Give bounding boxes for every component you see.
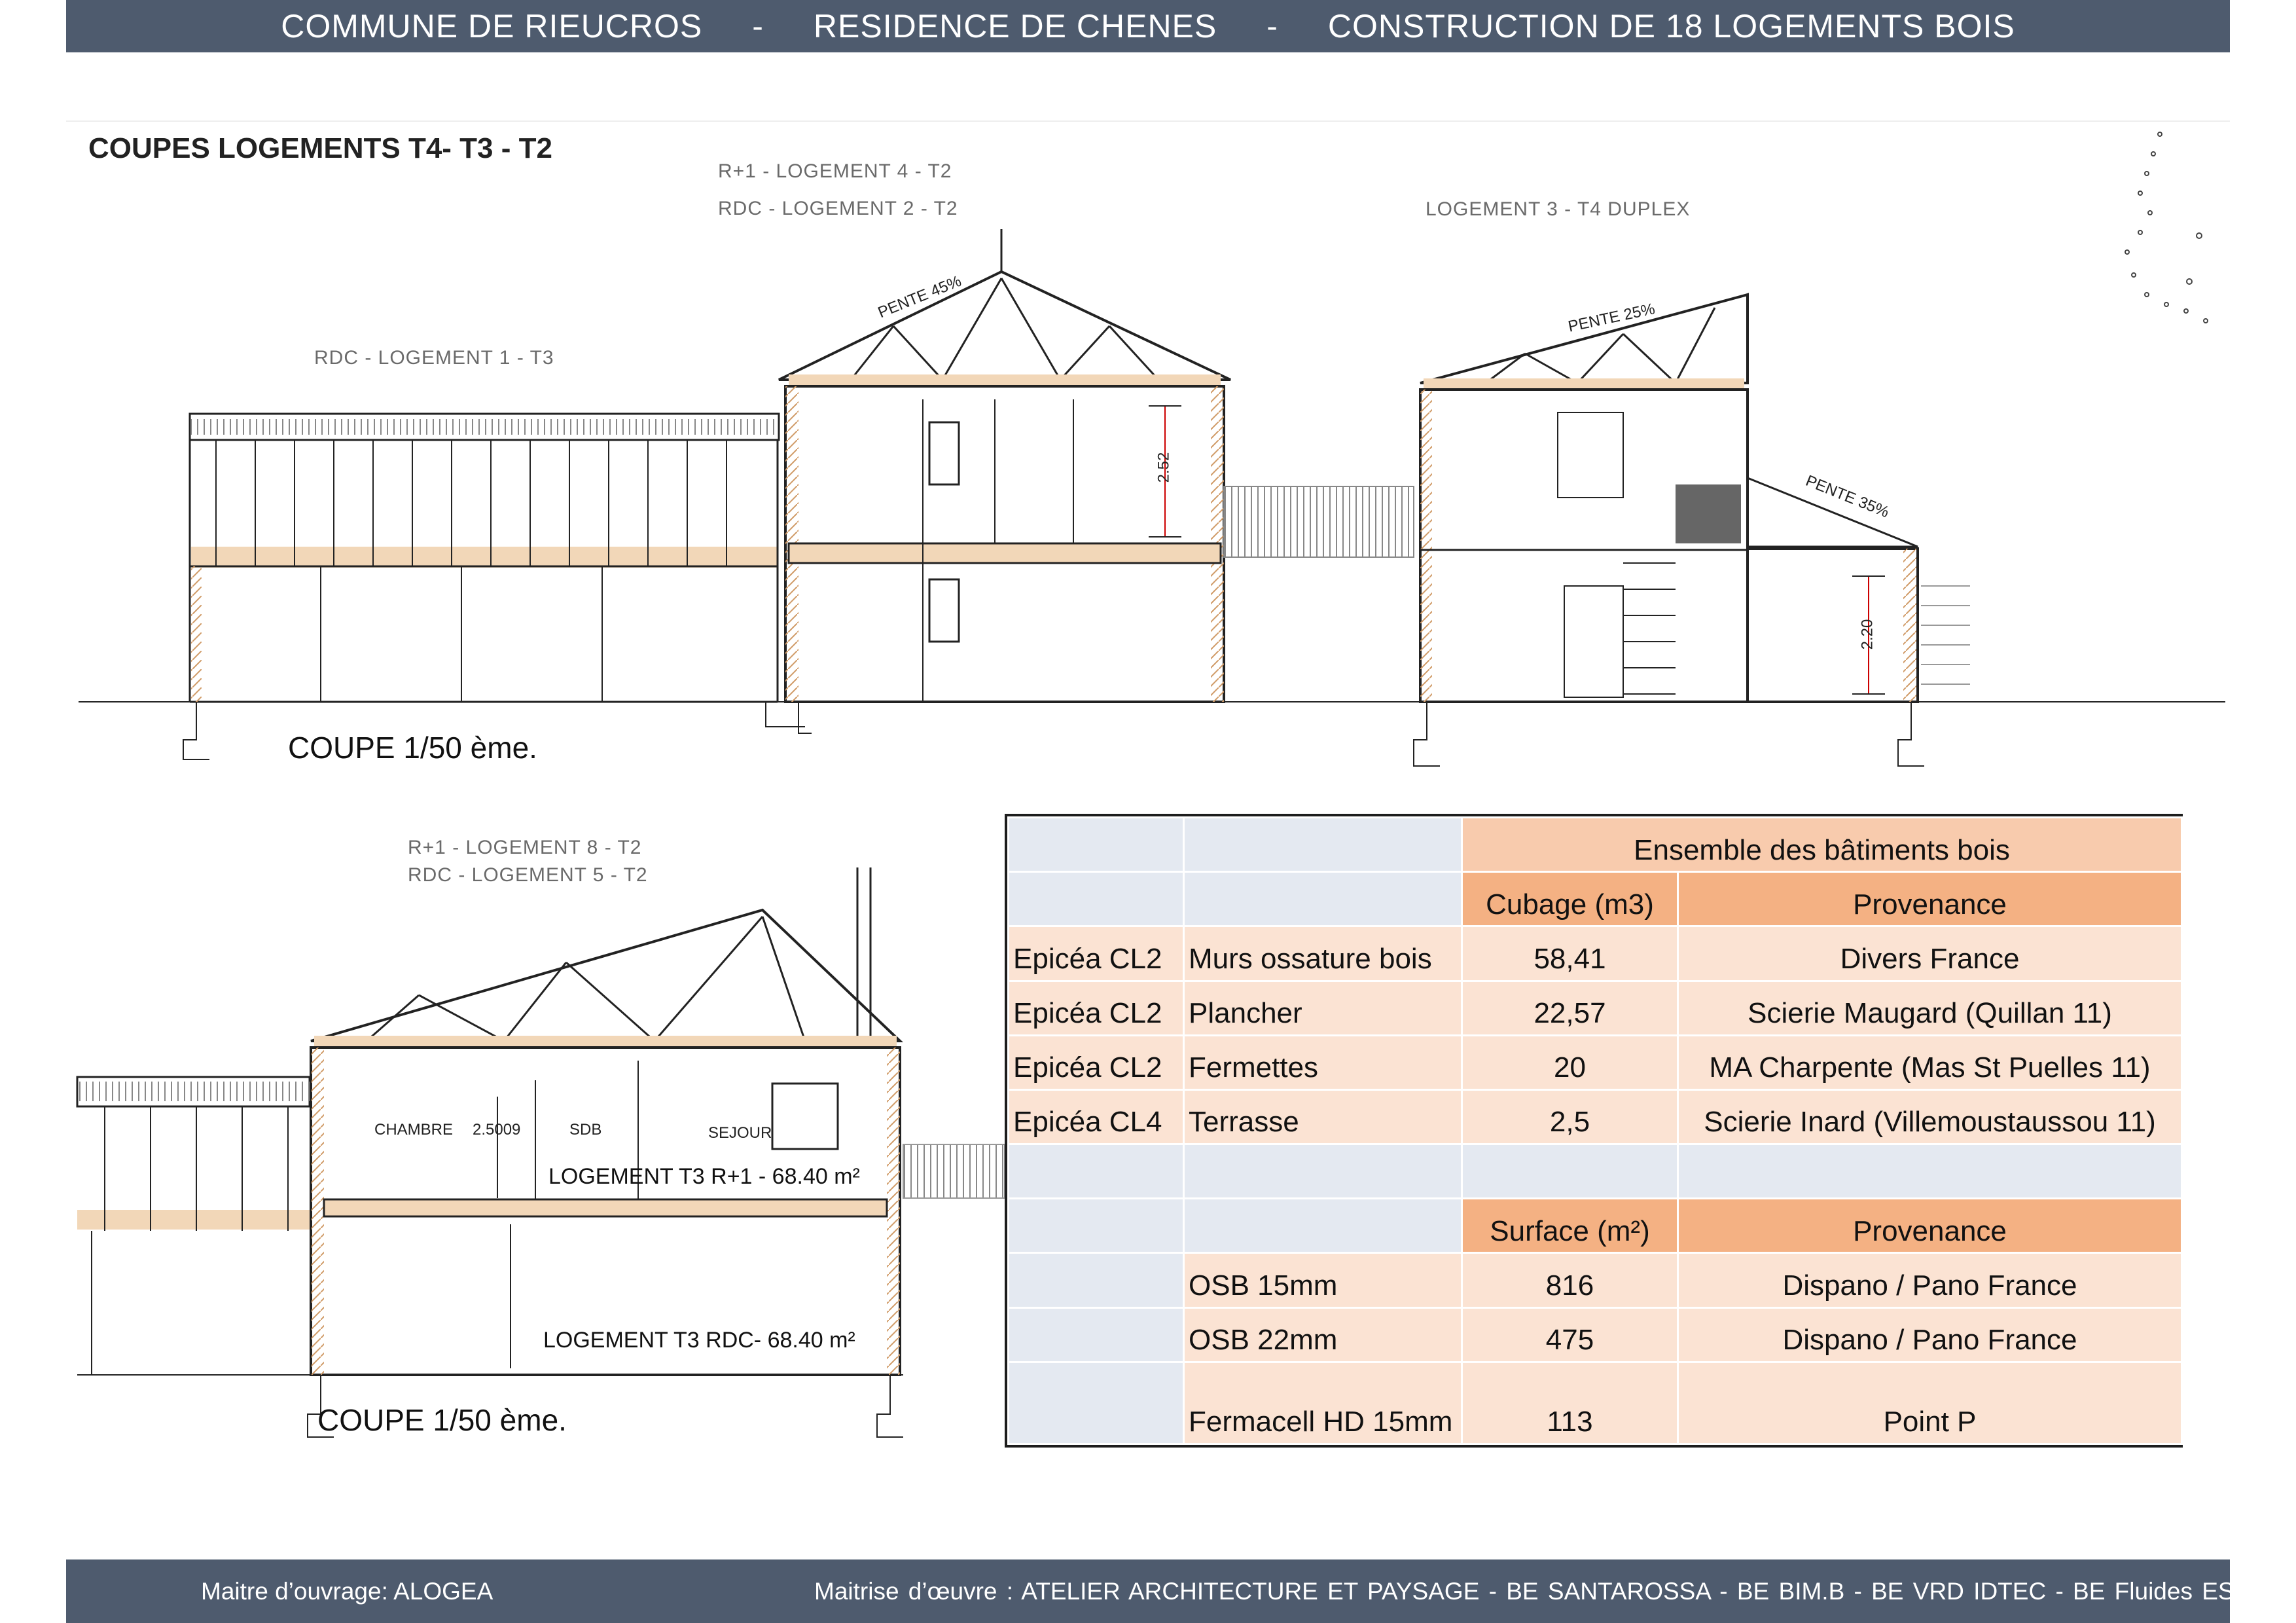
table-header-volume: Cubage (m3) — [1461, 871, 1679, 928]
table-header-surface: Surface (m²) — [1461, 1197, 1679, 1254]
table-cell-empty — [1007, 1143, 1185, 1200]
cell-volume: 20 — [1461, 1034, 1679, 1091]
label-height-220: 2.20 — [1858, 619, 1876, 650]
cell-element: Fermettes — [1183, 1034, 1463, 1091]
table-cell-empty — [1183, 1197, 1463, 1254]
room-sejour: SEJOUR — [708, 1124, 772, 1142]
table-cell-empty — [1183, 871, 1463, 928]
footer-owner: Maitre d’ouvrage: ALOGEA — [201, 1578, 493, 1605]
cell-wood: Epicéa CL4 — [1007, 1088, 1185, 1146]
room-sdb: SDB — [569, 1121, 602, 1139]
table-row: Epicéa CL4 Terrasse 2,5 Scierie Inard (V… — [1007, 1088, 2183, 1146]
materials-table: Ensemble des bâtiments bois Cubage (m3) … — [1005, 814, 2183, 1448]
cell-origin: Divers France — [1677, 925, 2183, 982]
table-cell-empty — [1183, 1143, 1463, 1200]
table-row: Epicéa CL2 Plancher 22,57 Scierie Maugar… — [1007, 979, 2183, 1036]
label-r1-logement-4: R+1 - LOGEMENT 4 - T2 — [718, 160, 952, 182]
table-row: Fermacell HD 15mm 113 Point P — [1007, 1360, 2183, 1446]
cell-origin: MA Charpente (Mas St Puelles 11) — [1677, 1034, 2183, 1091]
table-header-origin-2: Provenance — [1677, 1197, 2183, 1254]
label-logement-3: LOGEMENT 3 - T4 DUPLEX — [1426, 198, 1691, 220]
cell-volume: 58,41 — [1461, 925, 1679, 982]
cell-volume: 2,5 — [1461, 1088, 1679, 1146]
table-row: OSB 15mm 816 Dispano / Pano France — [1007, 1252, 2183, 1309]
bottom-section — [76, 867, 1005, 1438]
cell-wood: Epicéa CL2 — [1007, 925, 1185, 982]
cell-element: OSB 22mm — [1183, 1306, 1463, 1363]
scale-label-top: COUPE 1/50 ème. — [288, 731, 537, 765]
table-cell-empty — [1007, 1252, 1185, 1309]
label-rdc-logement-5: RDC - LOGEMENT 5 - T2 — [408, 864, 648, 886]
top-section — [79, 229, 2225, 767]
cell-origin: Dispano / Pano France — [1677, 1252, 2183, 1309]
table-group-header: Ensemble des bâtiments bois — [1461, 816, 2183, 873]
cell-origin: Scierie Inard (Villemoustaussou 11) — [1677, 1088, 2183, 1146]
cell-element: Fermacell HD 15mm — [1183, 1360, 1463, 1446]
table-row: OSB 22mm 475 Dispano / Pano France — [1007, 1306, 2183, 1363]
table-cell-empty — [1007, 1360, 1185, 1446]
room-chambre: CHAMBRE — [374, 1121, 454, 1139]
table-row: Epicéa CL2 Murs ossature bois 58,41 Dive… — [1007, 925, 2183, 982]
area-logement-r1: LOGEMENT T3 R+1 - 68.40 m² — [548, 1164, 860, 1189]
table-cell-empty — [1007, 816, 1185, 873]
table-cell-empty — [1183, 816, 1463, 873]
label-rdc-logement-1: RDC - LOGEMENT 1 - T3 — [314, 347, 554, 369]
table-cell-empty — [1007, 1197, 1185, 1254]
cell-wood: Epicéa CL2 — [1007, 1034, 1185, 1091]
cell-surface: 475 — [1461, 1306, 1679, 1363]
cell-origin: Dispano / Pano France — [1677, 1306, 2183, 1363]
table-header-origin: Provenance — [1677, 871, 2183, 928]
footer-banner: Maitre d’ouvrage: ALOGEA Maitrise d’œuvr… — [66, 1559, 2241, 1623]
area-logement-rdc: LOGEMENT T3 RDC- 68.40 m² — [543, 1328, 855, 1353]
label-rdc-logement-2: RDC - LOGEMENT 2 - T2 — [718, 198, 958, 219]
room-height: 2.5009 — [473, 1121, 521, 1139]
cell-element: Plancher — [1183, 979, 1463, 1036]
cell-origin: Point P — [1677, 1360, 2183, 1446]
cell-volume: 22,57 — [1461, 979, 1679, 1036]
table-cell-empty — [1007, 871, 1185, 928]
label-height-252: 2.52 — [1155, 452, 1173, 483]
cell-origin: Scierie Maugard (Quillan 11) — [1677, 979, 2183, 1036]
table-row: Epicéa CL2 Fermettes 20 MA Charpente (Ma… — [1007, 1034, 2183, 1091]
table-cell-empty — [1461, 1143, 1679, 1200]
cell-element: OSB 15mm — [1183, 1252, 1463, 1309]
sheet-title: COUPES LOGEMENTS T4- T3 - T2 — [88, 132, 552, 164]
cell-surface: 113 — [1461, 1360, 1679, 1446]
cell-surface: 816 — [1461, 1252, 1679, 1309]
cell-wood: Epicéa CL2 — [1007, 979, 1185, 1036]
table-cell-empty — [1677, 1143, 2183, 1200]
footer-team: Maitrise d’œuvre : ATELIER ARCHITECTURE … — [814, 1578, 2241, 1605]
table-cell-empty — [1007, 1306, 1185, 1363]
cell-element: Murs ossature bois — [1183, 925, 1463, 982]
scale-label-bottom: COUPE 1/50 ème. — [317, 1403, 567, 1437]
cell-element: Terrasse — [1183, 1088, 1463, 1146]
label-r1-logement-8: R+1 - LOGEMENT 8 - T2 — [408, 837, 642, 858]
